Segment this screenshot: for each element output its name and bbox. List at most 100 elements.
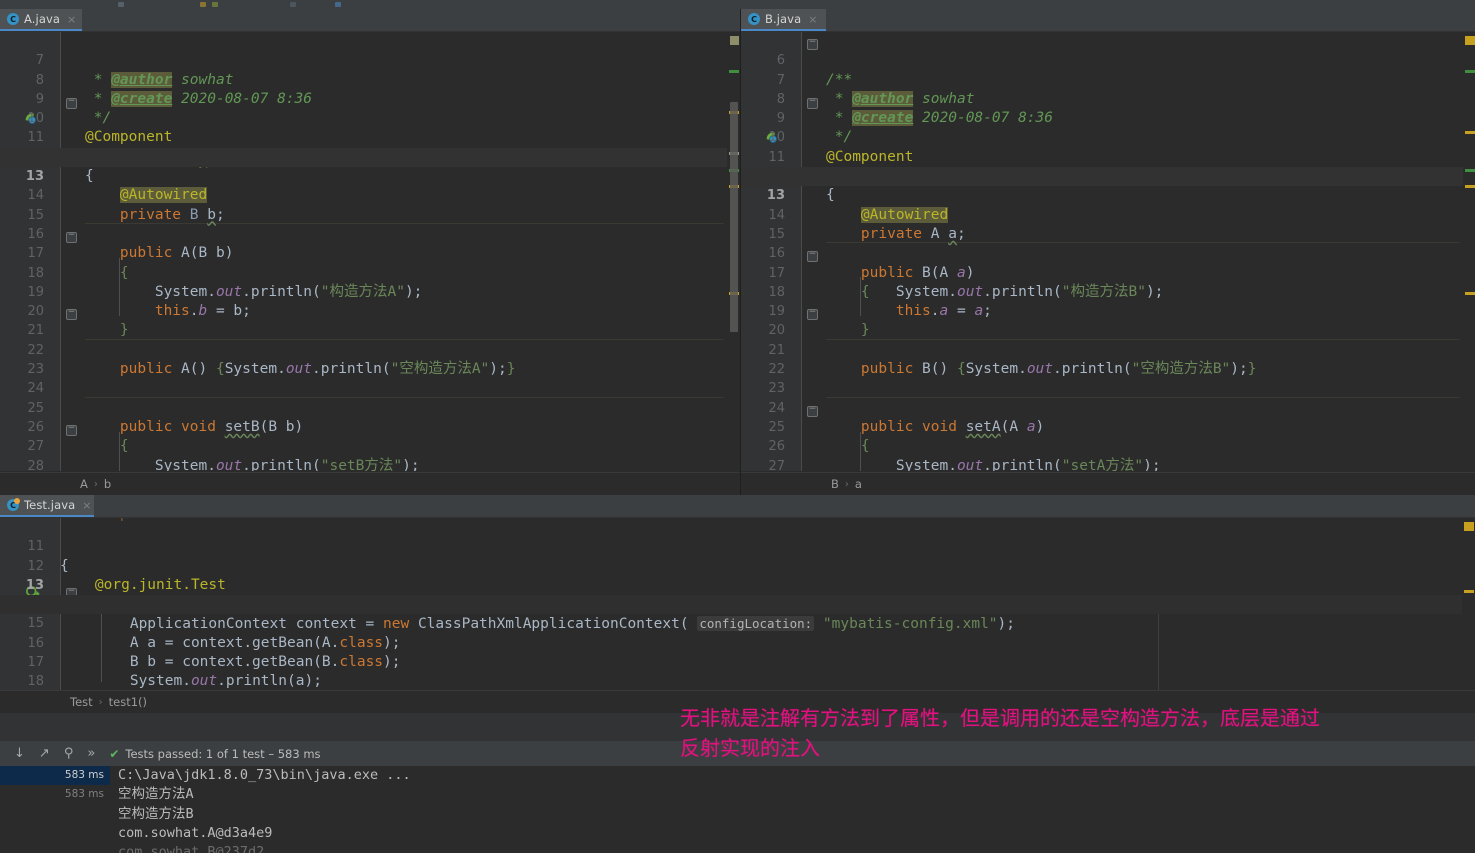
breadcrumb-item[interactable]: B [831, 477, 839, 491]
code-line[interactable]: 11 public class B [741, 128, 1475, 147]
code-line[interactable]: 13 @Autowired [741, 167, 1475, 186]
breadcrumb-item[interactable]: a [855, 477, 862, 491]
code-line[interactable]: 18 this.a = a; [741, 264, 1475, 283]
console-output[interactable]: 583 ms 583 ms C:\Java\jdk1.8.0_73\bin\ja… [0, 766, 1475, 853]
code-line[interactable]: 11 { [0, 518, 1475, 537]
code-line[interactable]: 6 /** [741, 32, 1475, 51]
code-lines-test[interactable]: 11 { 12 @org.junit.Test 13 public void t… [0, 518, 1475, 692]
search-icon[interactable]: ⚲ [64, 747, 74, 760]
code-line[interactable]: 20 } [0, 283, 740, 302]
code-line[interactable]: 18 System.out.println(b); [0, 653, 1475, 672]
code-line[interactable]: 16 B b = context.getBean(B.class); [0, 614, 1475, 633]
code-line[interactable]: 21 [0, 302, 740, 321]
code-line[interactable]: 9 */ [741, 90, 1475, 109]
code-line[interactable]: 27 this.a = a; [741, 437, 1475, 456]
code-line[interactable]: 24 public void setA(A a) [741, 379, 1475, 398]
code-lines-a[interactable]: 7 * @author sowhat 8 * @create 2020-08-0… [0, 32, 740, 471]
code-line[interactable]: 19 } [741, 283, 1475, 302]
code-line[interactable]: 9 */ [0, 71, 740, 90]
code-line[interactable]: 8 * @create 2020-08-07 8:36 [741, 71, 1475, 90]
code-line[interactable]: 27 System.out.println("setB方法"); [0, 418, 740, 437]
code-line[interactable]: 8 * @create 2020-08-07 8:36 [0, 51, 740, 70]
code-line[interactable]: 25 public void setB(B b) [0, 379, 740, 398]
code-line[interactable]: 17 { [0, 225, 740, 244]
code-line[interactable]: 15 [741, 206, 1475, 225]
stripe-marker[interactable] [1464, 590, 1474, 593]
stripe-marker[interactable] [730, 36, 739, 45]
code-line[interactable]: 15 [0, 186, 740, 205]
code-line[interactable]: 17 System.out.println(a); [0, 634, 1475, 653]
code-line[interactable]: 13 public void test1(){ [0, 557, 1475, 576]
toolbar-icon-4[interactable] [290, 2, 296, 7]
breadcrumb-item[interactable]: test1() [109, 695, 147, 709]
stripe-marker[interactable] [1465, 70, 1475, 73]
code-line[interactable]: 10 @Component [0, 90, 740, 109]
error-stripe-right[interactable] [1463, 32, 1475, 471]
code-line[interactable]: 19 [0, 672, 1475, 691]
toolbar-icon-3[interactable] [212, 2, 218, 7]
expand-icon[interactable]: ↗ [39, 747, 50, 760]
tab-bar-left: C A.java × [0, 9, 740, 32]
code-line[interactable]: 14 private B b; [0, 167, 740, 186]
stripe-marker[interactable] [1465, 36, 1475, 45]
code-line[interactable]: 12 @org.junit.Test [0, 537, 1475, 556]
error-stripe-left[interactable] [727, 32, 740, 471]
code-line[interactable]: 7 * @author sowhat [741, 51, 1475, 70]
code-lines-b[interactable]: 6 /** 7 * @author sowhat 8 * @create 202… [741, 32, 1475, 471]
code-line[interactable]: 26 System.out.println("setA方法"); [741, 418, 1475, 437]
close-icon[interactable]: × [808, 14, 817, 25]
code-line[interactable]: 17 { System.out.println("构造方法B"); [741, 244, 1475, 263]
toolbar-icon-2[interactable] [200, 2, 206, 7]
code-line[interactable]: 10 @Component [741, 109, 1475, 128]
scroll-down-icon[interactable]: ↓ [14, 747, 25, 760]
stripe-marker[interactable] [729, 70, 739, 73]
breadcrumb-item[interactable]: Test [70, 695, 93, 709]
console-lines[interactable]: C:\Java\jdk1.8.0_73\bin\java.exe ... 空构造… [118, 766, 1475, 853]
code-line[interactable]: 14 private A a; [741, 186, 1475, 205]
vertical-scrollbar-thumb[interactable] [730, 102, 738, 332]
code-line[interactable]: 26 { [0, 399, 740, 418]
code-line[interactable]: 23 [0, 341, 740, 360]
code-line[interactable]: 13 @Autowired [0, 148, 740, 167]
code-area-b[interactable]: 6 /** 7 * @author sowhat 8 * @create 202… [741, 32, 1475, 471]
code-line[interactable]: 23 [741, 360, 1475, 379]
stripe-marker[interactable] [1464, 522, 1474, 531]
code-line[interactable]: 12 { [0, 128, 740, 147]
stripe-marker[interactable] [1465, 292, 1475, 295]
stripe-marker[interactable] [1465, 131, 1475, 134]
code-line[interactable]: 24 [0, 360, 740, 379]
code-line[interactable]: 28 } [741, 457, 1475, 471]
error-stripe-test[interactable] [1462, 518, 1475, 692]
code-line[interactable]: 14 ApplicationContext context = new Clas… [0, 576, 1475, 595]
code-line[interactable]: 28 this.b = b; [0, 437, 740, 456]
tab-test-java[interactable]: C Test.java × [0, 495, 94, 517]
stripe-marker[interactable] [1465, 169, 1475, 172]
breadcrumb-item[interactable]: A [80, 477, 88, 491]
code-line[interactable]: 16 public B(A a) [741, 225, 1475, 244]
java-class-icon: C [748, 13, 760, 25]
toolbar-icon-5[interactable] [335, 2, 341, 7]
code-line[interactable]: 29 } [0, 457, 740, 471]
code-line[interactable]: 22 [741, 341, 1475, 360]
tab-b-java[interactable]: C B.java × [741, 9, 826, 31]
code-line[interactable]: 20 [741, 302, 1475, 321]
tab-a-java[interactable]: C A.java × [0, 9, 82, 31]
code-line[interactable]: 12 { [741, 148, 1475, 167]
toolbar-icon-1[interactable] [118, 2, 124, 7]
stripe-marker[interactable] [1465, 185, 1475, 188]
code-area-test[interactable]: public class Test 11 { 12 @org.junit.Tes… [0, 518, 1475, 692]
code-line[interactable]: 19 this.b = b; [0, 264, 740, 283]
code-line[interactable]: 11 public class A [0, 109, 740, 128]
code-line[interactable]: 7 * @author sowhat [0, 32, 740, 51]
code-line[interactable]: 16 public A(B b) [0, 206, 740, 225]
close-icon[interactable]: × [67, 14, 76, 25]
code-line[interactable]: 21 public B() {System.out.println("空构造方法… [741, 321, 1475, 340]
code-area-a[interactable]: 7 * @author sowhat 8 * @create 2020-08-0… [0, 32, 740, 471]
breadcrumb-item[interactable]: b [104, 477, 111, 491]
code-line[interactable]: 25 { [741, 399, 1475, 418]
more-icon[interactable]: » [87, 747, 95, 760]
code-line[interactable]: 18 System.out.println("构造方法A"); [0, 244, 740, 263]
close-icon[interactable]: × [82, 500, 91, 511]
code-line[interactable]: 22 public A() {System.out.println("空构造方法… [0, 321, 740, 340]
code-line[interactable]: 15 A a = context.getBean(A.class); [0, 595, 1475, 614]
